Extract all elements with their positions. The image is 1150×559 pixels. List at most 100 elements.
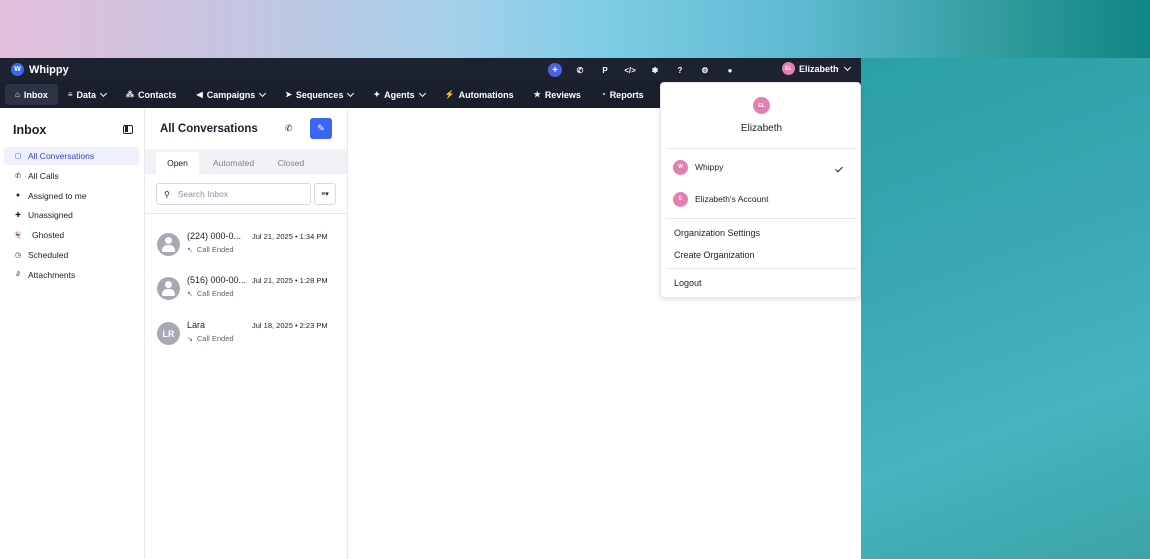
new-call-icon[interactable]: ✆ bbox=[285, 123, 293, 134]
list-item[interactable]: (224) 000-0... Jul 21, 2025 • 1:34 PM ↖ C… bbox=[157, 230, 342, 270]
tab-open[interactable]: Open bbox=[156, 152, 199, 174]
list-item[interactable]: LR Lara Jul 18, 2025 • 2:23 PM ↘ Call End… bbox=[157, 319, 342, 359]
bell-icon[interactable]: ● bbox=[723, 63, 737, 77]
code-icon[interactable]: </> bbox=[623, 63, 637, 77]
avatar: EL bbox=[753, 97, 770, 114]
user-name: Elizabeth bbox=[799, 63, 839, 74]
search-input[interactable]: ⚲ Search Inbox bbox=[156, 183, 311, 205]
divider bbox=[666, 218, 857, 219]
help-icon[interactable]: ? bbox=[673, 63, 687, 77]
sidebar-item-label: Scheduled bbox=[28, 249, 69, 260]
nav-automations[interactable]: ⚡ Automations bbox=[435, 84, 524, 105]
clock-icon: ◷ bbox=[14, 251, 22, 259]
nav-label: Data bbox=[76, 89, 97, 100]
avatar: E bbox=[673, 191, 688, 207]
nav-inbox[interactable]: ⌂ Inbox bbox=[5, 84, 58, 105]
inbox-sidebar: Inbox ▢ All Conversations ✆ All Calls ● … bbox=[0, 108, 145, 559]
sidebar-item-attachments[interactable]: ∂ Attachments bbox=[4, 266, 139, 284]
nav-campaigns[interactable]: ◀ Campaigns bbox=[187, 84, 276, 105]
status-text: Call Ended bbox=[196, 289, 234, 298]
pie-chart-icon: ◔ bbox=[600, 90, 606, 99]
list-item[interactable]: (516) 000-00... Jul 21, 2025 • 1:28 PM ↖… bbox=[157, 274, 342, 314]
conversation-status: ↖ Call Ended bbox=[187, 245, 234, 254]
org-item-elizabeths-account[interactable]: E Elizabeth's Account bbox=[673, 191, 768, 207]
nav-label: Automations bbox=[458, 89, 514, 100]
nav-label: Inbox bbox=[23, 89, 48, 100]
sidebar-item-scheduled[interactable]: ◷ Scheduled bbox=[4, 246, 139, 264]
nav-reviews[interactable]: ★ Reviews bbox=[524, 84, 591, 105]
chevron-down-icon bbox=[843, 63, 851, 71]
conversation-list-panel: All Conversations ✆ ✎ Open Automated Clo… bbox=[145, 108, 348, 559]
nav-reports[interactable]: ◔ Reports bbox=[591, 84, 654, 105]
p-icon[interactable]: P bbox=[598, 63, 612, 77]
sidebar-item-label: All Conversations bbox=[28, 151, 95, 161]
sparkle-icon: ✦ bbox=[373, 90, 381, 99]
tab-closed[interactable]: Closed bbox=[268, 152, 314, 174]
brand-name: Whippy bbox=[29, 63, 69, 76]
divider bbox=[666, 148, 857, 149]
plus-icon[interactable]: + bbox=[548, 63, 562, 77]
nav-data[interactable]: ≡ Data bbox=[58, 84, 116, 105]
compose-button[interactable]: ✎ bbox=[310, 118, 332, 139]
phone-icon[interactable]: ✆ bbox=[573, 63, 587, 77]
divider bbox=[145, 213, 347, 214]
user-circle-icon: ● bbox=[15, 192, 21, 200]
user-menu-button[interactable]: EL Elizabeth bbox=[782, 62, 851, 75]
sidebar-item-unassigned[interactable]: ✚ Unassigned bbox=[4, 206, 139, 224]
nav-label: Reviews bbox=[544, 89, 581, 100]
user-dropdown-menu: EL Elizabeth W Whippy E Elizabeth's Acco… bbox=[660, 82, 861, 298]
top-bar: W Whippy + ✆ P </> ✱ ? ⚙ ● EL Elizabeth bbox=[0, 58, 861, 81]
tab-automated[interactable]: Automated bbox=[205, 152, 262, 174]
database-icon: ≡ bbox=[67, 90, 73, 99]
topbar-icons: + ✆ P </> ✱ ? ⚙ ● bbox=[548, 63, 748, 77]
nav-label: Sequences bbox=[295, 89, 344, 100]
search-placeholder: Search Inbox bbox=[177, 189, 228, 199]
call-direction-icon: ↘ bbox=[187, 336, 193, 343]
nav-sequences[interactable]: ➤ Sequences bbox=[275, 84, 363, 105]
sidebar-item-label: Unassigned bbox=[28, 210, 73, 221]
collapse-sidebar-icon[interactable] bbox=[123, 125, 133, 134]
sidebar-item-label: All Calls bbox=[28, 170, 59, 181]
inbox-icon: ⌂ bbox=[15, 90, 20, 99]
inbox-icon: ▢ bbox=[14, 153, 22, 160]
status-text: Call Ended bbox=[196, 334, 234, 343]
sidebar-item-all-conversations[interactable]: ▢ All Conversations bbox=[4, 147, 139, 165]
divider bbox=[666, 268, 857, 269]
brand[interactable]: W Whippy bbox=[11, 63, 69, 76]
sidebar-item-ghosted[interactable]: 👻 Ghosted bbox=[4, 226, 139, 244]
nav-agents[interactable]: ✦ Agents bbox=[363, 84, 434, 105]
sidebar-item-assigned-to-me[interactable]: ● Assigned to me bbox=[4, 187, 139, 205]
ghost-icon: 👻 bbox=[13, 232, 23, 240]
sidebar-item-all-calls[interactable]: ✆ All Calls bbox=[4, 167, 139, 185]
nav-label: Contacts bbox=[138, 89, 177, 100]
create-organization-link[interactable]: Create Organization bbox=[674, 250, 755, 260]
sort-filter-button[interactable]: ≡▾ bbox=[314, 183, 336, 205]
user-plus-icon: ✚ bbox=[15, 212, 21, 220]
logout-link[interactable]: Logout bbox=[674, 278, 702, 288]
nav-contacts[interactable]: ⁂ Contacts bbox=[116, 84, 187, 105]
avatar: W bbox=[673, 159, 688, 175]
org-label: Elizabeth's Account bbox=[695, 194, 769, 204]
conversation-status: ↖ Call Ended bbox=[187, 289, 234, 298]
gear-icon[interactable]: ⚙ bbox=[698, 63, 712, 77]
org-label: Whippy bbox=[695, 162, 724, 172]
megaphone-icon: ◀ bbox=[196, 90, 203, 99]
nav-label: Campaigns bbox=[206, 89, 256, 100]
conversation-name: (516) 000-00... bbox=[187, 275, 247, 285]
conversation-date: Jul 21, 2025 • 1:34 PM bbox=[252, 232, 328, 241]
conversation-tabs: Open Automated Closed bbox=[145, 149, 347, 174]
avatar bbox=[157, 277, 180, 300]
nav-label: Reports bbox=[609, 89, 644, 100]
avatar: EL bbox=[782, 62, 795, 75]
page-title: Inbox bbox=[13, 123, 47, 137]
organization-settings-link[interactable]: Organization Settings bbox=[674, 228, 760, 238]
nav-label: Agents bbox=[384, 89, 415, 100]
sidebar-item-label: Ghosted bbox=[32, 230, 65, 241]
send-icon: ➤ bbox=[285, 90, 292, 99]
chevron-down-icon bbox=[418, 89, 426, 97]
avatar bbox=[157, 233, 180, 256]
bolt-icon: ⚡ bbox=[444, 90, 455, 99]
org-item-whippy[interactable]: W Whippy bbox=[673, 159, 723, 175]
puzzle-icon[interactable]: ✱ bbox=[648, 63, 662, 77]
chevron-down-icon bbox=[347, 89, 355, 97]
